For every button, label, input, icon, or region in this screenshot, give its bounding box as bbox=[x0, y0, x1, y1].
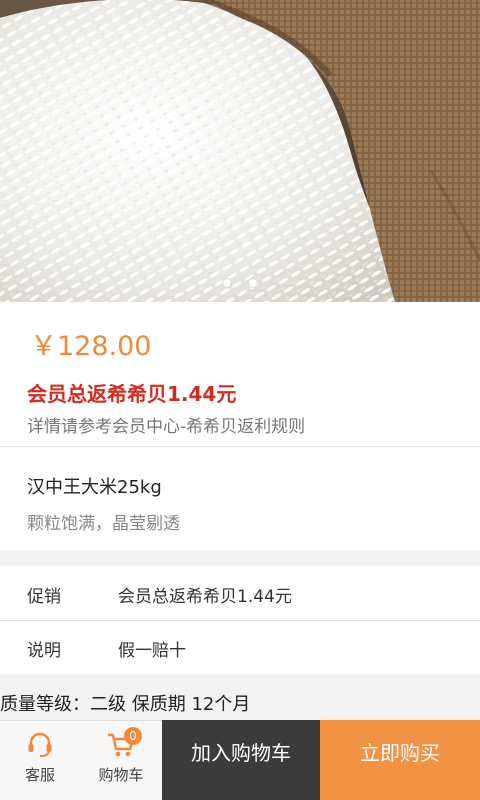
cart-count-badge: 0 bbox=[124, 727, 142, 745]
add-to-cart-button[interactable]: 加入购物车 bbox=[162, 720, 320, 800]
carousel-indicator bbox=[0, 273, 480, 292]
price-section: ￥128.00 会员总返希希贝1.44元 详情请参考会员中心-希希贝返利规则 bbox=[0, 302, 480, 446]
cart-label: 购物车 bbox=[98, 766, 144, 784]
product-spec: 质量等级：二级 保质期 12个月 bbox=[0, 694, 251, 715]
info-key: 说明 bbox=[27, 641, 61, 661]
product-price: ￥128.00 bbox=[30, 331, 152, 362]
product-info-list: 促销 会员总返希希贝1.44元 说明 假一赔十 bbox=[0, 566, 480, 674]
info-row-promotion[interactable]: 促销 会员总返希希贝1.44元 bbox=[0, 566, 480, 621]
product-image-carousel[interactable] bbox=[0, 0, 480, 302]
product-description: 颗粒饱满，晶莹剔透 bbox=[27, 514, 180, 534]
cart-button[interactable]: 0 购物车 bbox=[80, 720, 162, 800]
product-title-section: 汉中王大米25kg 颗粒饱满，晶莹剔透 bbox=[0, 447, 480, 550]
info-key: 促销 bbox=[27, 587, 61, 607]
carousel-dot[interactable] bbox=[222, 278, 232, 288]
customer-service-button[interactable]: 客服 bbox=[0, 720, 80, 800]
info-row-note[interactable]: 说明 假一赔十 bbox=[0, 620, 480, 674]
carousel-dot[interactable] bbox=[248, 278, 258, 288]
member-rebate: 会员总返希希贝1.44元 bbox=[27, 382, 237, 406]
headset-icon bbox=[25, 729, 55, 763]
rebate-note: 详情请参考会员中心-希希贝返利规则 bbox=[27, 417, 306, 437]
product-image bbox=[0, 0, 480, 302]
info-value: 假一赔十 bbox=[118, 641, 186, 661]
customer-service-label: 客服 bbox=[24, 766, 55, 784]
buy-now-button[interactable]: 立即购买 bbox=[320, 720, 480, 800]
product-name: 汉中王大米25kg bbox=[27, 477, 162, 498]
info-value: 会员总返希希贝1.44元 bbox=[118, 587, 292, 607]
bottom-action-bar: 客服 0 购物车 加入购物车 立即购买 bbox=[0, 720, 480, 800]
